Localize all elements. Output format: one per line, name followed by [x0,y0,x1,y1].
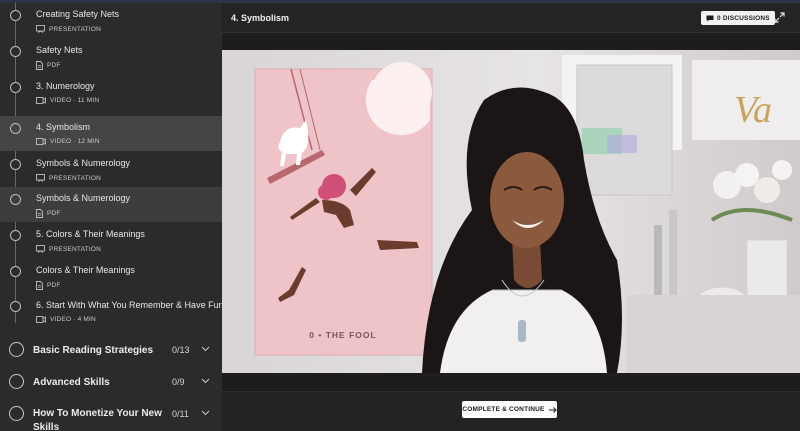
module-status-circle [9,374,24,389]
lesson-content: 4. Symbolism 0 DISCUSSIONS Va 0 • THE FO… [222,3,800,431]
module-status-circle [9,342,24,357]
presentation-icon [36,245,45,253]
chevron-down-icon[interactable] [201,410,210,416]
lesson-meta: PRESENTATION [36,174,101,182]
lesson-status-circle [10,123,21,134]
lesson-status-circle [10,159,21,170]
arrow-right-icon [548,406,557,413]
lesson-item[interactable]: Creating Safety Nets PRESENTATION [0,3,222,38]
lesson-meta: VIDEO · 12 MIN [36,138,100,145]
lesson-meta: PDF [36,61,61,70]
module-title: Advanced Skills [33,377,110,388]
module-title: How To Monetize Your New Skills [33,408,162,431]
lesson-status-circle [10,194,21,205]
module-progress-count: 0/11 [172,409,189,419]
video-icon [36,138,46,145]
complete-label: COMPLETE & CONTINUE [462,406,545,413]
lesson-item[interactable]: Symbols & Numerology PRESENTATION [0,152,222,187]
presentation-icon [36,174,45,182]
module-progress-count: 0/9 [172,377,185,387]
lesson-item[interactable]: 6. Start With What You Remember & Have F… [0,294,222,329]
lesson-meta: PDF [36,209,61,218]
lesson-item[interactable]: 3. Numerology VIDEO · 11 MIN [0,75,222,110]
chat-bubble-icon [706,15,714,21]
lesson-status-circle [10,46,21,57]
video-frame: Va 0 • THE FOOL [222,50,800,373]
lesson-title: Creating Safety Nets [36,9,120,19]
lesson-status-circle [10,10,21,21]
lesson-status-circle [10,82,21,93]
lesson-header: 4. Symbolism 0 DISCUSSIONS [222,3,800,33]
presentation-icon [36,25,45,33]
gold-sign-text: Va [734,89,772,131]
lesson-title: Safety Nets [36,45,83,55]
complete-and-continue-button[interactable]: COMPLETE & CONTINUE [462,401,557,418]
discussions-button[interactable]: 0 DISCUSSIONS [701,11,775,25]
video-icon [36,316,46,323]
lesson-title: 3. Numerology [36,81,95,91]
lesson-title: 6. Start With What You Remember & Have F… [36,300,222,310]
lesson-item[interactable]: Symbols & Numerology PDF [0,187,222,222]
lesson-item[interactable]: Safety Nets PDF [0,39,222,74]
module-progress-count: 0/13 [172,345,190,355]
lesson-title: 5. Colors & Their Meanings [36,229,145,239]
discussions-label: 0 DISCUSSIONS [717,14,770,22]
lesson-item-active[interactable]: 4. Symbolism VIDEO · 12 MIN [0,116,222,151]
module-monetize-skills[interactable]: How To Monetize Your New Skills 0/11 [0,399,222,431]
lesson-title: Symbols & Numerology [36,158,131,168]
video-player[interactable]: Va 0 • THE FOOL [222,50,800,373]
lesson-status-circle [10,230,21,241]
lesson-title: 4. Symbolism [36,122,91,132]
lesson-title: Symbols & Numerology [36,193,131,203]
lesson-type-label: PDF [47,62,61,69]
lesson-type-label: PDF [47,210,61,217]
lesson-type-label: VIDEO · 11 MIN [50,97,100,104]
lesson-header-title: 4. Symbolism [231,13,290,23]
chevron-down-icon[interactable] [201,346,210,352]
video-icon [36,97,46,104]
module-status-circle [9,406,24,421]
lesson-status-circle [10,266,21,277]
pdf-icon [36,281,43,290]
lesson-type-label: PRESENTATION [49,25,101,33]
tarot-card-caption: 0 • THE FOOL [309,330,376,340]
lesson-type-label: PRESENTATION [49,245,101,253]
module-advanced-skills[interactable]: Advanced Skills 0/9 [0,367,222,397]
lesson-type-label: VIDEO · 4 MIN [50,316,96,323]
lesson-item[interactable]: Colors & Their Meanings PDF [0,259,222,294]
lesson-footer: COMPLETE & CONTINUE [222,391,800,431]
lesson-type-label: PRESENTATION [49,174,101,182]
module-basic-reading-strategies[interactable]: Basic Reading Strategies 0/13 [0,335,222,365]
pdf-icon [36,209,43,218]
lesson-type-label: PDF [47,282,61,289]
lesson-meta: VIDEO · 11 MIN [36,97,99,104]
lesson-type-label: VIDEO · 12 MIN [50,138,100,145]
lesson-meta: PRESENTATION [36,245,101,253]
lesson-meta: PDF [36,281,61,290]
expand-icon[interactable] [774,12,785,23]
lesson-meta: PRESENTATION [36,25,101,33]
lesson-title: Colors & Their Meanings [36,265,135,275]
pdf-icon [36,61,43,70]
lesson-item[interactable]: 5. Colors & Their Meanings PRESENTATION [0,223,222,258]
module-title: Basic Reading Strategies [33,345,154,356]
course-sidebar: Creating Safety Nets PRESENTATION Safety… [0,3,222,431]
lesson-status-circle [10,301,21,312]
chevron-down-icon[interactable] [201,378,210,384]
lesson-meta: VIDEO · 4 MIN [36,316,96,323]
